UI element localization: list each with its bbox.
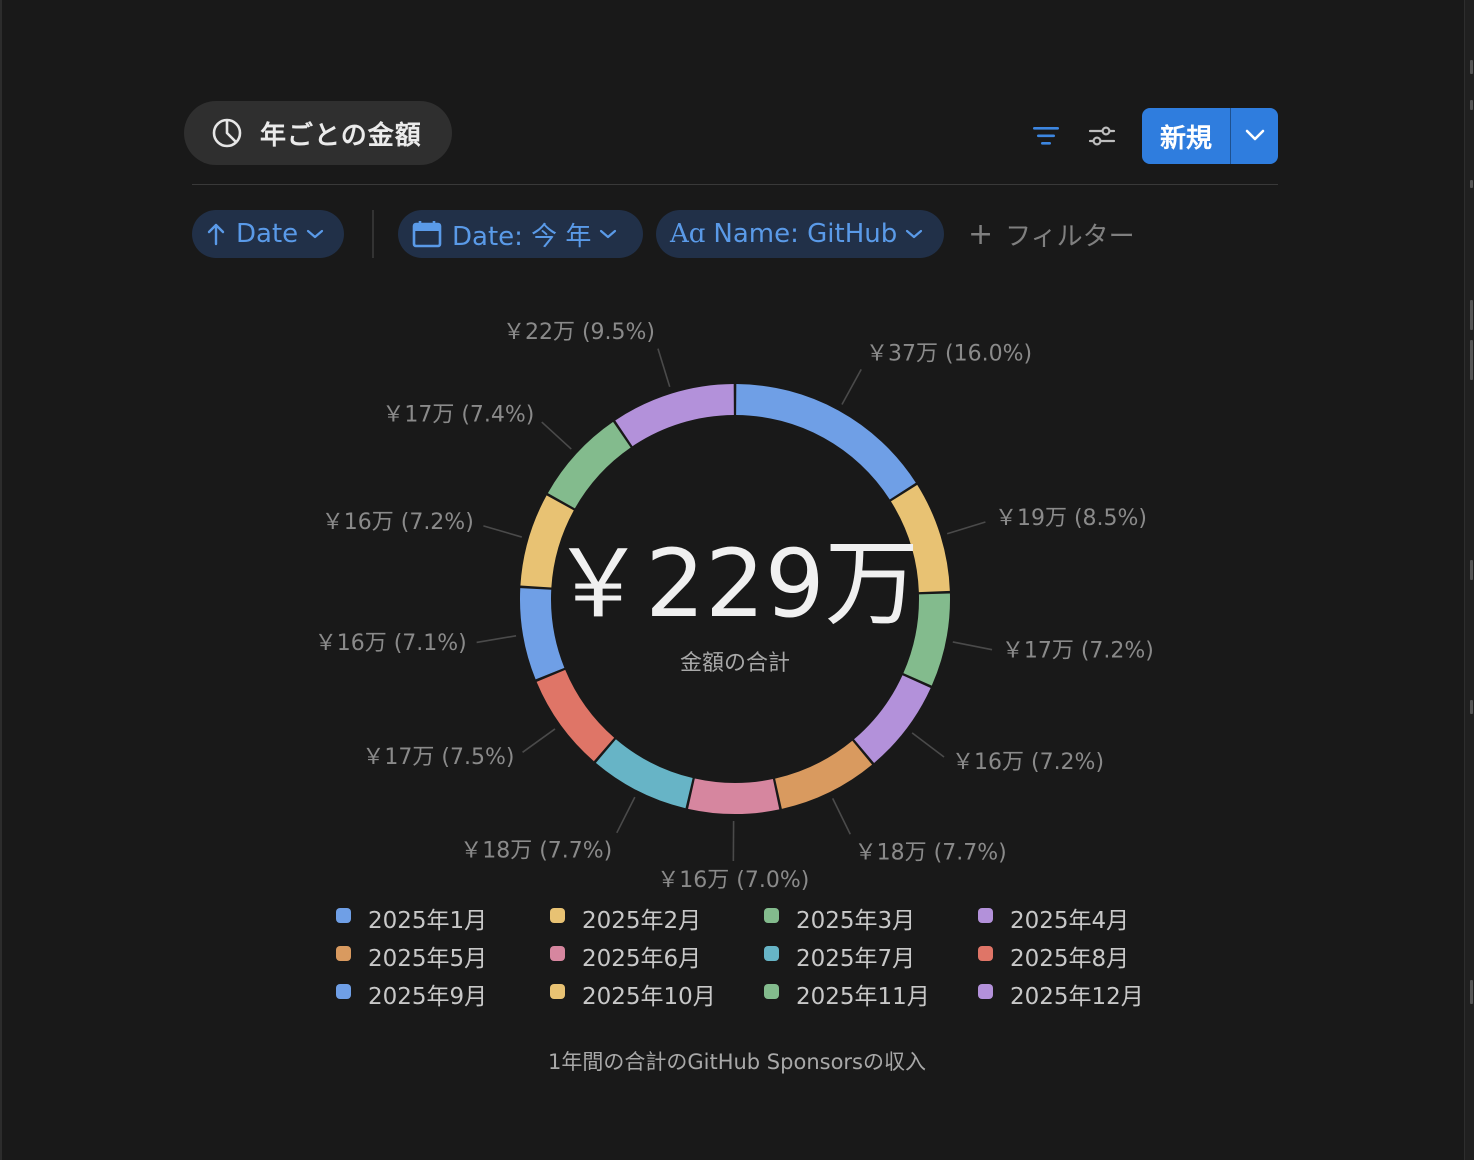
legend-item[interactable]: 2025年1月: [336, 903, 488, 934]
slice-leader-line: [946, 521, 986, 535]
legend-item[interactable]: 2025年10月: [550, 979, 716, 1010]
slice-data-label: ￥16万 (7.1%): [315, 631, 467, 656]
slice-leader-line: [476, 635, 517, 644]
legend-item[interactable]: 2025年6月: [550, 941, 702, 972]
legend-item[interactable]: 2025年11月: [764, 979, 930, 1010]
legend-swatch: [978, 945, 993, 961]
donut-slice[interactable]: [536, 669, 615, 762]
slice-leader-line: [831, 798, 851, 835]
legend-item[interactable]: 2025年4月: [978, 903, 1130, 934]
legend-swatch: [336, 945, 351, 961]
legend-swatch: [978, 907, 993, 923]
legend-item[interactable]: 2025年5月: [336, 941, 488, 972]
slice-leader-line: [483, 525, 523, 538]
slice-data-label: ￥22万 (9.5%): [503, 320, 655, 345]
chart-caption: 1年間の合計のGitHub Sponsorsの収入: [548, 1050, 926, 1074]
donut-slice[interactable]: [595, 739, 693, 809]
legend-label: 2025年7月: [796, 946, 916, 972]
slice-leader-line: [522, 728, 556, 753]
legend-swatch: [550, 945, 565, 961]
legend-swatch: [550, 907, 565, 923]
donut-slice[interactable]: [547, 421, 631, 509]
donut-slice[interactable]: [688, 778, 780, 814]
legend-item[interactable]: 2025年8月: [978, 941, 1130, 972]
slice-data-label: ￥16万 (7.2%): [952, 750, 1104, 775]
slice-data-label: ￥19万 (8.5%): [995, 506, 1147, 531]
legend-swatch: [764, 983, 779, 999]
chart-total-label: 金額の合計: [679, 651, 790, 676]
legend-item[interactable]: 2025年3月: [764, 903, 916, 934]
legend-label: 2025年8月: [1010, 946, 1130, 972]
slice-leader-line: [541, 421, 572, 450]
slice-leader-line: [841, 369, 862, 405]
legend-item[interactable]: 2025年9月: [336, 979, 488, 1010]
chart-total-value: ￥229万: [551, 530, 919, 639]
legend-item[interactable]: 2025年2月: [550, 903, 702, 934]
donut-slice[interactable]: [615, 384, 734, 447]
slice-leader-line: [952, 641, 993, 651]
legend-swatch: [978, 983, 993, 999]
legend-item[interactable]: 2025年12月: [978, 979, 1144, 1010]
slice-data-label: ￥18万 (7.7%): [460, 839, 612, 864]
slice-data-label: ￥17万 (7.2%): [1002, 639, 1154, 664]
slice-leader-line: [616, 796, 636, 834]
legend-swatch: [550, 983, 565, 999]
slice-data-label: ￥16万 (7.2%): [322, 510, 474, 535]
donut-slice[interactable]: [736, 384, 916, 500]
donut-slice[interactable]: [775, 740, 873, 809]
legend-label: 2025年6月: [582, 946, 702, 972]
legend-label: 2025年12月: [1010, 984, 1144, 1010]
donut-slice[interactable]: [854, 675, 931, 763]
legend-label: 2025年3月: [796, 908, 916, 934]
legend-label: 2025年10月: [582, 984, 716, 1010]
slice-data-label: ￥17万 (7.5%): [362, 745, 514, 770]
slice-data-label: ￥37万 (16.0%): [866, 342, 1032, 367]
legend-item[interactable]: 2025年7月: [764, 941, 916, 972]
legend-label: 2025年1月: [368, 908, 488, 934]
legend-label: 2025年4月: [1010, 908, 1130, 934]
slice-leader-line: [911, 732, 945, 758]
legend-swatch: [336, 907, 351, 923]
legend-label: 2025年2月: [582, 908, 702, 934]
slice-data-label: ￥18万 (7.7%): [855, 840, 1007, 865]
legend-label: 2025年5月: [368, 946, 488, 972]
legend-swatch: [764, 907, 779, 923]
slice-data-label: ￥16万 (7.0%): [657, 868, 809, 893]
legend-swatch: [764, 945, 779, 961]
legend-swatch: [336, 983, 351, 999]
legend-label: 2025年11月: [796, 984, 930, 1010]
legend-label: 2025年9月: [368, 984, 488, 1010]
slice-data-label: ￥17万 (7.4%): [382, 402, 534, 427]
slice-leader-line: [657, 348, 671, 388]
